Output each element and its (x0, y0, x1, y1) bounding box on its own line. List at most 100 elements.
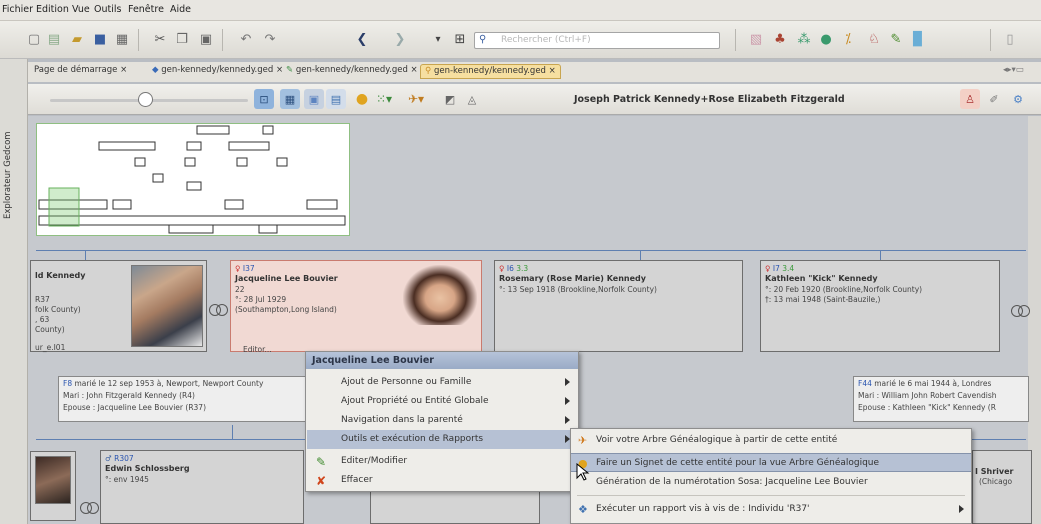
menu-item-tools-reports[interactable]: Outils et exécution de Rapports (307, 430, 579, 449)
options-icon[interactable]: ▯ (1000, 29, 1020, 49)
person-card-rosemary-kennedy[interactable]: ♀ I6 3.3 Rosemary (Rose Marie) Kennedy °… (494, 260, 743, 352)
person-icon[interactable]: ✈▾ (406, 89, 426, 109)
person-card-icon[interactable]: ♙ (960, 89, 980, 109)
connector (640, 250, 641, 260)
family-box-f8[interactable]: F8 marié le 12 sep 1953 à, Newport, Newp… (58, 376, 310, 422)
submenu-item-view-tree[interactable]: ✈ Voir votre Arbre Généalogique à partir… (571, 431, 971, 450)
menu-fichier[interactable]: Fichier (2, 4, 33, 15)
person-detail: °: 13 Sep 1918 (Brookline,Norfolk County… (499, 285, 657, 294)
family-wife: Epouse : Kathleen "Kick" Kennedy (R (858, 403, 996, 412)
menu-item-label: Navigation dans la parenté (341, 415, 463, 425)
person-card-edwin-schlossberg[interactable]: ♂ R307 Edwin Schlossberg °: env 1945 (100, 450, 304, 524)
toolbar-separator (222, 29, 223, 51)
gedcom-explorer-label: Explorateur Gedcom (3, 131, 13, 219)
edit-icon: ✎ (316, 455, 327, 469)
tree-toolbar: ⊡ ▦ ▣ ▤ ● ⁙▾ ✈▾ ◩ ◬ Joseph Patrick Kenne… (28, 84, 1041, 115)
menu-edition[interactable]: Edition (36, 4, 69, 15)
chart-icon[interactable]: ⁒ (838, 29, 858, 49)
menu-fenetre[interactable]: Fenêtre (128, 4, 164, 15)
family-event: F44 marié le 6 mai 1944 à, Londres (858, 379, 992, 388)
person-card-john-kennedy[interactable]: ld Kennedy R37 folk County) , 63 County)… (30, 260, 207, 352)
reports-submenu: ✈ Voir votre Arbre Généalogique à partir… (570, 428, 972, 524)
menu-item-label: Outils et exécution de Rapports (341, 434, 484, 444)
person-card-shriver[interactable]: I Shriver (Chicago (972, 450, 1032, 524)
menu-aide[interactable]: Aide (170, 4, 191, 15)
save-all-icon[interactable]: ▦ (112, 29, 132, 49)
grid-icon[interactable]: ⊞ (450, 29, 470, 49)
portrait-photo (403, 265, 477, 325)
family-box-f44[interactable]: F44 marié le 6 mai 1944 à, Londres Mari … (853, 376, 1029, 422)
submenu-item-sosa[interactable]: Génération de la numérotation Sosa: Jacq… (571, 473, 971, 492)
context-menu-title-text: Jacqueline Lee Bouvier (312, 355, 434, 366)
tree-minimap[interactable] (36, 123, 350, 236)
submenu-item-label: Exécuter un rapport vis à vis de : Indiv… (596, 504, 810, 514)
root-icon[interactable]: ▤ (326, 89, 346, 109)
marriage-rings-icon (1011, 305, 1030, 317)
connector (85, 250, 86, 260)
person-card-jacqueline-bouvier[interactable]: ♀ I37 Jacqueline Lee Bouvier 22 °: 28 Ju… (230, 260, 482, 354)
overview-icon[interactable]: ▦ (280, 89, 300, 109)
person-card-child[interactable] (370, 488, 540, 524)
circle-tool-icon[interactable]: ● (816, 29, 836, 49)
submenu-item-bookmark[interactable]: ● Faire un Signet de cette entité pour l… (571, 453, 971, 472)
display-icon[interactable]: ⁙▾ (374, 89, 394, 109)
zoom-slider-knob[interactable] (138, 92, 153, 107)
submenu-arrow-icon (565, 416, 570, 424)
submenu-item-run-report[interactable]: ❖ Exécuter un rapport vis à vis de : Ind… (571, 500, 971, 519)
person-detail: County) (35, 325, 65, 334)
pencil-icon[interactable]: ✎ (886, 29, 906, 49)
forward-icon[interactable]: ❯ (390, 29, 410, 49)
person-card-partial[interactable] (30, 451, 76, 521)
person-card-kathleen-kennedy[interactable]: ♀ I7 3.4 Kathleen "Kick" Kennedy °: 20 F… (760, 260, 1000, 352)
save-icon[interactable]: ■ (90, 29, 110, 49)
genealogy-tab-icon: ◆ (152, 65, 159, 75)
undo-icon[interactable]: ↶ (236, 29, 256, 49)
main-toolbar: ▢ ▤ ▰ ■ ▦ ✂ ❐ ▣ ↶ ↷ ❮ ❯ ▾ ⊞ ⚲ Rechercher… (0, 21, 1041, 59)
menu-item-edit[interactable]: ✎ Editer/Modifier (307, 452, 579, 471)
tab-kennedy-3[interactable]: ⚲ gen-kennedy/kennedy.ged × (420, 64, 561, 79)
tab-start-page[interactable]: Page de démarrage × (34, 65, 127, 80)
tabs-nav-icon[interactable]: ◂▸▾▭ (1003, 65, 1024, 80)
tab-label: gen-kennedy/kennedy.ged (433, 66, 546, 76)
tree-icon: ✈ (578, 434, 588, 447)
tab-kennedy-1[interactable]: ◆ gen-kennedy/kennedy.ged × (152, 65, 283, 80)
marriage-rings-icon (209, 304, 228, 316)
center-icon[interactable]: ▣ (304, 89, 324, 109)
search-field[interactable]: ⚲ Rechercher (Ctrl+F) (474, 32, 720, 49)
menu-item-add-property[interactable]: Ajout Propriété ou Entité Globale (307, 392, 579, 411)
menu-vue[interactable]: Vue (72, 4, 90, 15)
menu-item-add-person-family[interactable]: Ajout de Personne ou Famille (307, 373, 579, 392)
bookmark-tool-icon[interactable]: ● (352, 89, 372, 109)
menu-outils[interactable]: Outils (94, 4, 121, 15)
fire-icon[interactable]: ♣ (770, 29, 790, 49)
copy-icon[interactable]: ❐ (172, 29, 192, 49)
report-icon[interactable]: ▧ (746, 29, 766, 49)
new-file-icon[interactable]: ▢ (24, 29, 44, 49)
view-icon[interactable]: ◬ (462, 89, 482, 109)
back-icon[interactable]: ❮ (352, 29, 372, 49)
menu-item-delete[interactable]: ✘ Effacer (307, 471, 579, 490)
settings-icon[interactable]: ⚙ (1008, 89, 1028, 109)
print-icon[interactable]: ◩ (440, 89, 460, 109)
person-detail: (Chicago (979, 477, 1013, 486)
person-detail: R37 (35, 295, 50, 304)
toolbar-separator (735, 29, 736, 51)
zoom-icon[interactable]: ⊡ (254, 89, 274, 109)
new-genealogy-icon[interactable]: ▤ (44, 29, 64, 49)
open-folder-icon[interactable]: ▰ (67, 29, 87, 49)
window-icon[interactable]: ▉ (908, 29, 928, 49)
paste-icon[interactable]: ▣ (196, 29, 216, 49)
tab-kennedy-2[interactable]: ✎ gen-kennedy/kennedy.ged × (286, 65, 418, 80)
minimap-graphic (38, 125, 346, 234)
couple-title: Joseph Patrick Kennedy+Rose Elizabeth Fi… (574, 94, 845, 105)
gedcom-explorer-panel[interactable]: Explorateur Gedcom (0, 59, 28, 524)
cut-icon[interactable]: ✂ (150, 29, 170, 49)
menu-item-navigation[interactable]: Navigation dans la parenté (307, 411, 579, 430)
people-icon[interactable]: ♘ (864, 29, 884, 49)
wrench-icon[interactable]: ✐ (984, 89, 1004, 109)
search-placeholder: Rechercher (Ctrl+F) (501, 35, 591, 45)
history-icon[interactable]: ▾ (428, 29, 448, 49)
redo-icon[interactable]: ↷ (260, 29, 280, 49)
tree-tool-icon[interactable]: ⁂ (794, 29, 814, 49)
menu-item-label: Editer/Modifier (341, 456, 408, 466)
